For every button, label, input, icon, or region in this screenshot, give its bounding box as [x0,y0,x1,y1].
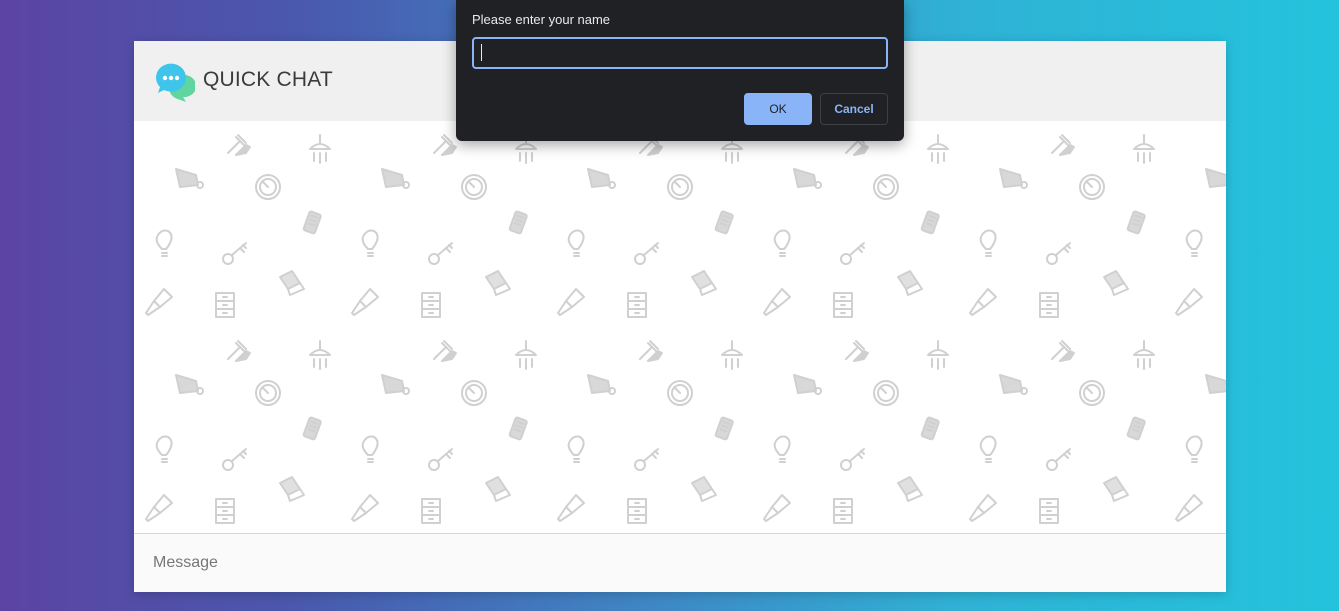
name-prompt-dialog: Please enter your name OK Cancel [456,0,904,141]
ok-button[interactable]: OK [744,93,812,125]
text-caret [481,44,482,61]
message-area [134,121,1226,533]
name-input[interactable] [472,37,888,69]
chat-bubbles-icon [155,63,195,102]
message-input[interactable] [134,534,1226,592]
message-composer [134,533,1226,592]
dialog-message: Please enter your name [472,12,611,27]
cancel-button[interactable]: Cancel [820,93,888,125]
app-title: QUICK CHAT [203,68,333,91]
background-pattern [134,121,1226,533]
